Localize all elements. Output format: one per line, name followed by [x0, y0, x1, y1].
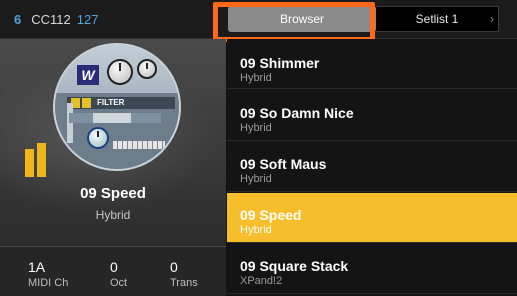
midi-readout: 6 CC112 127: [14, 0, 98, 38]
stat-oct[interactable]: 0 Oct: [110, 259, 127, 289]
list-item-category: XPand!2: [240, 275, 283, 287]
filter-label: FILTER: [97, 98, 125, 107]
stat-value: 0: [110, 259, 118, 275]
tab-setlist[interactable]: Setlist 1 ›: [376, 6, 499, 32]
stat-label: MIDI Ch: [28, 277, 69, 289]
tab-setlist-label: Setlist 1: [415, 12, 459, 26]
knob-icon: [107, 59, 133, 85]
current-preset-name: 09 Speed: [80, 185, 146, 202]
list-item-name: 09 Shimmer: [240, 55, 320, 71]
preset-list: 09 Shimmer Hybrid 09 So Damn Nice Hybrid…: [227, 39, 517, 296]
plugin-logo: W: [77, 65, 99, 85]
level-meter-icon: [25, 143, 49, 177]
list-item-selected[interactable]: 09 Speed Hybrid: [227, 193, 517, 243]
mode-dropdown: [93, 113, 131, 123]
level-bar: [25, 149, 34, 177]
chevron-right-icon: ›: [490, 12, 494, 26]
list-item-category: Hybrid: [240, 72, 272, 84]
list-item[interactable]: 09 Soft Maus Hybrid: [227, 142, 517, 192]
stat-label: Trans: [170, 277, 198, 289]
slider-icon: [67, 103, 73, 143]
midi-channel: 6: [14, 11, 22, 27]
cc-label: CC112: [31, 11, 71, 27]
app-window: 6 CC112 127 Browser Setlist 1 › W FILTER: [0, 0, 517, 296]
cutoff-knob-icon: [87, 127, 109, 149]
list-item[interactable]: 09 So Damn Nice Hybrid: [227, 91, 517, 141]
keyboard-icon: [113, 141, 165, 149]
stat-value: 1A: [28, 259, 46, 275]
list-item[interactable]: 09 Square Stack XPand!2: [227, 244, 517, 294]
list-item-name: 09 Speed: [240, 207, 302, 223]
list-item-name: 09 So Damn Nice: [240, 105, 354, 121]
cc-value: 127: [76, 11, 99, 27]
preset-stats: 1A MIDI Ch 0 Oct 0 Trans: [0, 247, 226, 296]
preset-info-panel: W FILTER 09 Speed Hybrid 1A MIDI Ch 0 Oc…: [0, 39, 226, 296]
list-item-category: Hybrid: [240, 224, 272, 236]
top-bar: 6 CC112 127 Browser Setlist 1 ›: [0, 0, 517, 42]
filter-indicator: [82, 98, 91, 108]
stat-midi-ch[interactable]: 1A MIDI Ch: [28, 259, 68, 289]
knob-icon: [137, 59, 157, 79]
tab-browser[interactable]: Browser: [228, 6, 376, 32]
level-bar: [37, 143, 46, 177]
list-item[interactable]: 09 Shimmer Hybrid: [227, 55, 517, 89]
stat-trans[interactable]: 0 Trans: [170, 259, 198, 289]
stat-value: 0: [170, 259, 178, 275]
stat-label: Oct: [110, 277, 128, 289]
list-item-category: Hybrid: [240, 122, 272, 134]
list-item-category: Hybrid: [240, 173, 272, 185]
current-preset-category: Hybrid: [95, 208, 131, 222]
plugin-artwork: W FILTER: [53, 43, 181, 171]
view-tabs: Browser Setlist 1 ›: [228, 6, 499, 32]
list-item-name: 09 Square Stack: [240, 258, 349, 274]
list-item-name: 09 Soft Maus: [240, 156, 327, 172]
